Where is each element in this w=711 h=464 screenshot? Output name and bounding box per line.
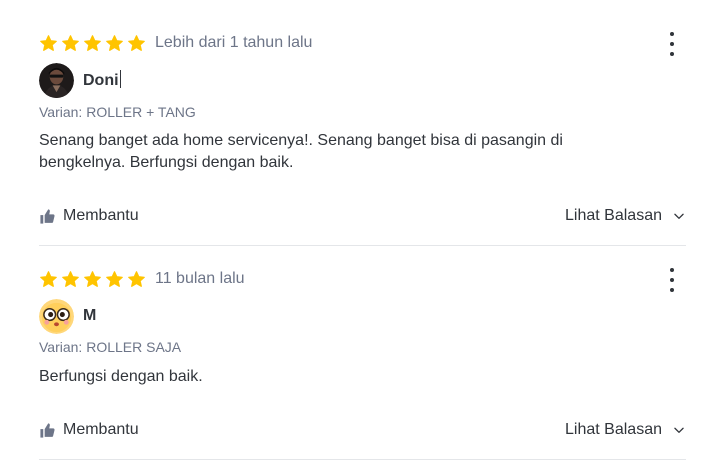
user-photo-avatar	[39, 62, 74, 98]
star-icon	[128, 34, 145, 51]
star-icon	[40, 34, 57, 51]
star-icon	[84, 270, 101, 287]
review-card: Lebih dari 1 tahun lalu Doni Varian: ROL…	[39, 28, 686, 246]
variant-label: Varian: ROLLER + TANG	[39, 104, 196, 120]
helpful-button[interactable]: Membantu	[39, 207, 139, 225]
view-replies-button[interactable]: Lihat Balasan	[565, 421, 686, 439]
helpful-label: Membantu	[63, 421, 139, 438]
reviewer: M	[39, 298, 97, 334]
star-icon	[62, 270, 79, 287]
review-actions: Membantu Lihat Balasan	[39, 419, 686, 441]
view-replies-label: Lihat Balasan	[565, 421, 662, 438]
star-icon	[40, 270, 57, 287]
helpful-button[interactable]: Membantu	[39, 421, 139, 439]
divider	[39, 245, 686, 246]
more-options-icon[interactable]	[664, 32, 680, 56]
text-cursor	[119, 70, 121, 88]
review-card: 11 bulan lalu M Varian: ROLLER SAJA Berf…	[39, 264, 686, 460]
review-text: Senang banget ada home servicenya!. Sena…	[39, 132, 563, 171]
star-icon	[84, 34, 101, 51]
variant-label: Varian: ROLLER SAJA	[39, 339, 182, 355]
view-replies-label: Lihat Balasan	[565, 207, 662, 224]
divider	[39, 459, 686, 460]
reviewer-name: Doni	[83, 70, 121, 89]
more-options-icon[interactable]	[664, 268, 680, 292]
reviewer-name: M	[83, 307, 97, 324]
reviewer: Doni	[39, 62, 121, 98]
review-time: 11 bulan lalu	[155, 270, 245, 287]
rating-row: 11 bulan lalu	[39, 268, 245, 290]
thumbs-up-icon	[40, 422, 55, 438]
view-replies-button[interactable]: Lihat Balasan	[565, 207, 686, 225]
star-rating	[39, 34, 146, 53]
star-icon	[128, 270, 145, 287]
cartoon-face-avatar	[39, 298, 74, 334]
review-text: Berfungsi dengan baik.	[39, 368, 203, 385]
rating-row: Lebih dari 1 tahun lalu	[39, 32, 312, 54]
thumbs-up-icon	[40, 208, 55, 224]
review-actions: Membantu Lihat Balasan	[39, 205, 686, 227]
chevron-down-icon	[674, 427, 684, 433]
helpful-label: Membantu	[63, 207, 139, 224]
star-icon	[106, 270, 123, 287]
review-time: Lebih dari 1 tahun lalu	[155, 34, 313, 51]
star-icon	[106, 34, 123, 51]
star-icon	[62, 34, 79, 51]
chevron-down-icon	[674, 213, 684, 219]
star-rating	[39, 270, 146, 289]
